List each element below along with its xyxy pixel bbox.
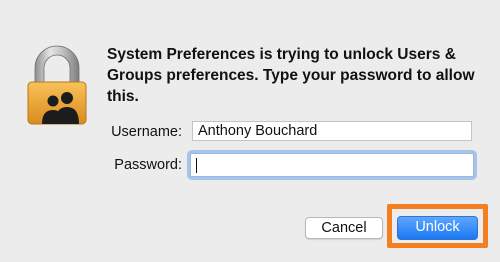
lock-icon — [22, 44, 92, 126]
text-caret — [196, 158, 197, 173]
unlock-button[interactable]: Unlock — [397, 216, 478, 240]
password-field[interactable] — [190, 153, 474, 177]
dialog-message: System Preferences is trying to unlock U… — [107, 46, 475, 105]
password-label: Password: — [114, 157, 182, 173]
cancel-button[interactable]: Cancel — [305, 217, 383, 239]
username-field[interactable] — [192, 121, 472, 141]
username-label: Username: — [111, 124, 182, 140]
